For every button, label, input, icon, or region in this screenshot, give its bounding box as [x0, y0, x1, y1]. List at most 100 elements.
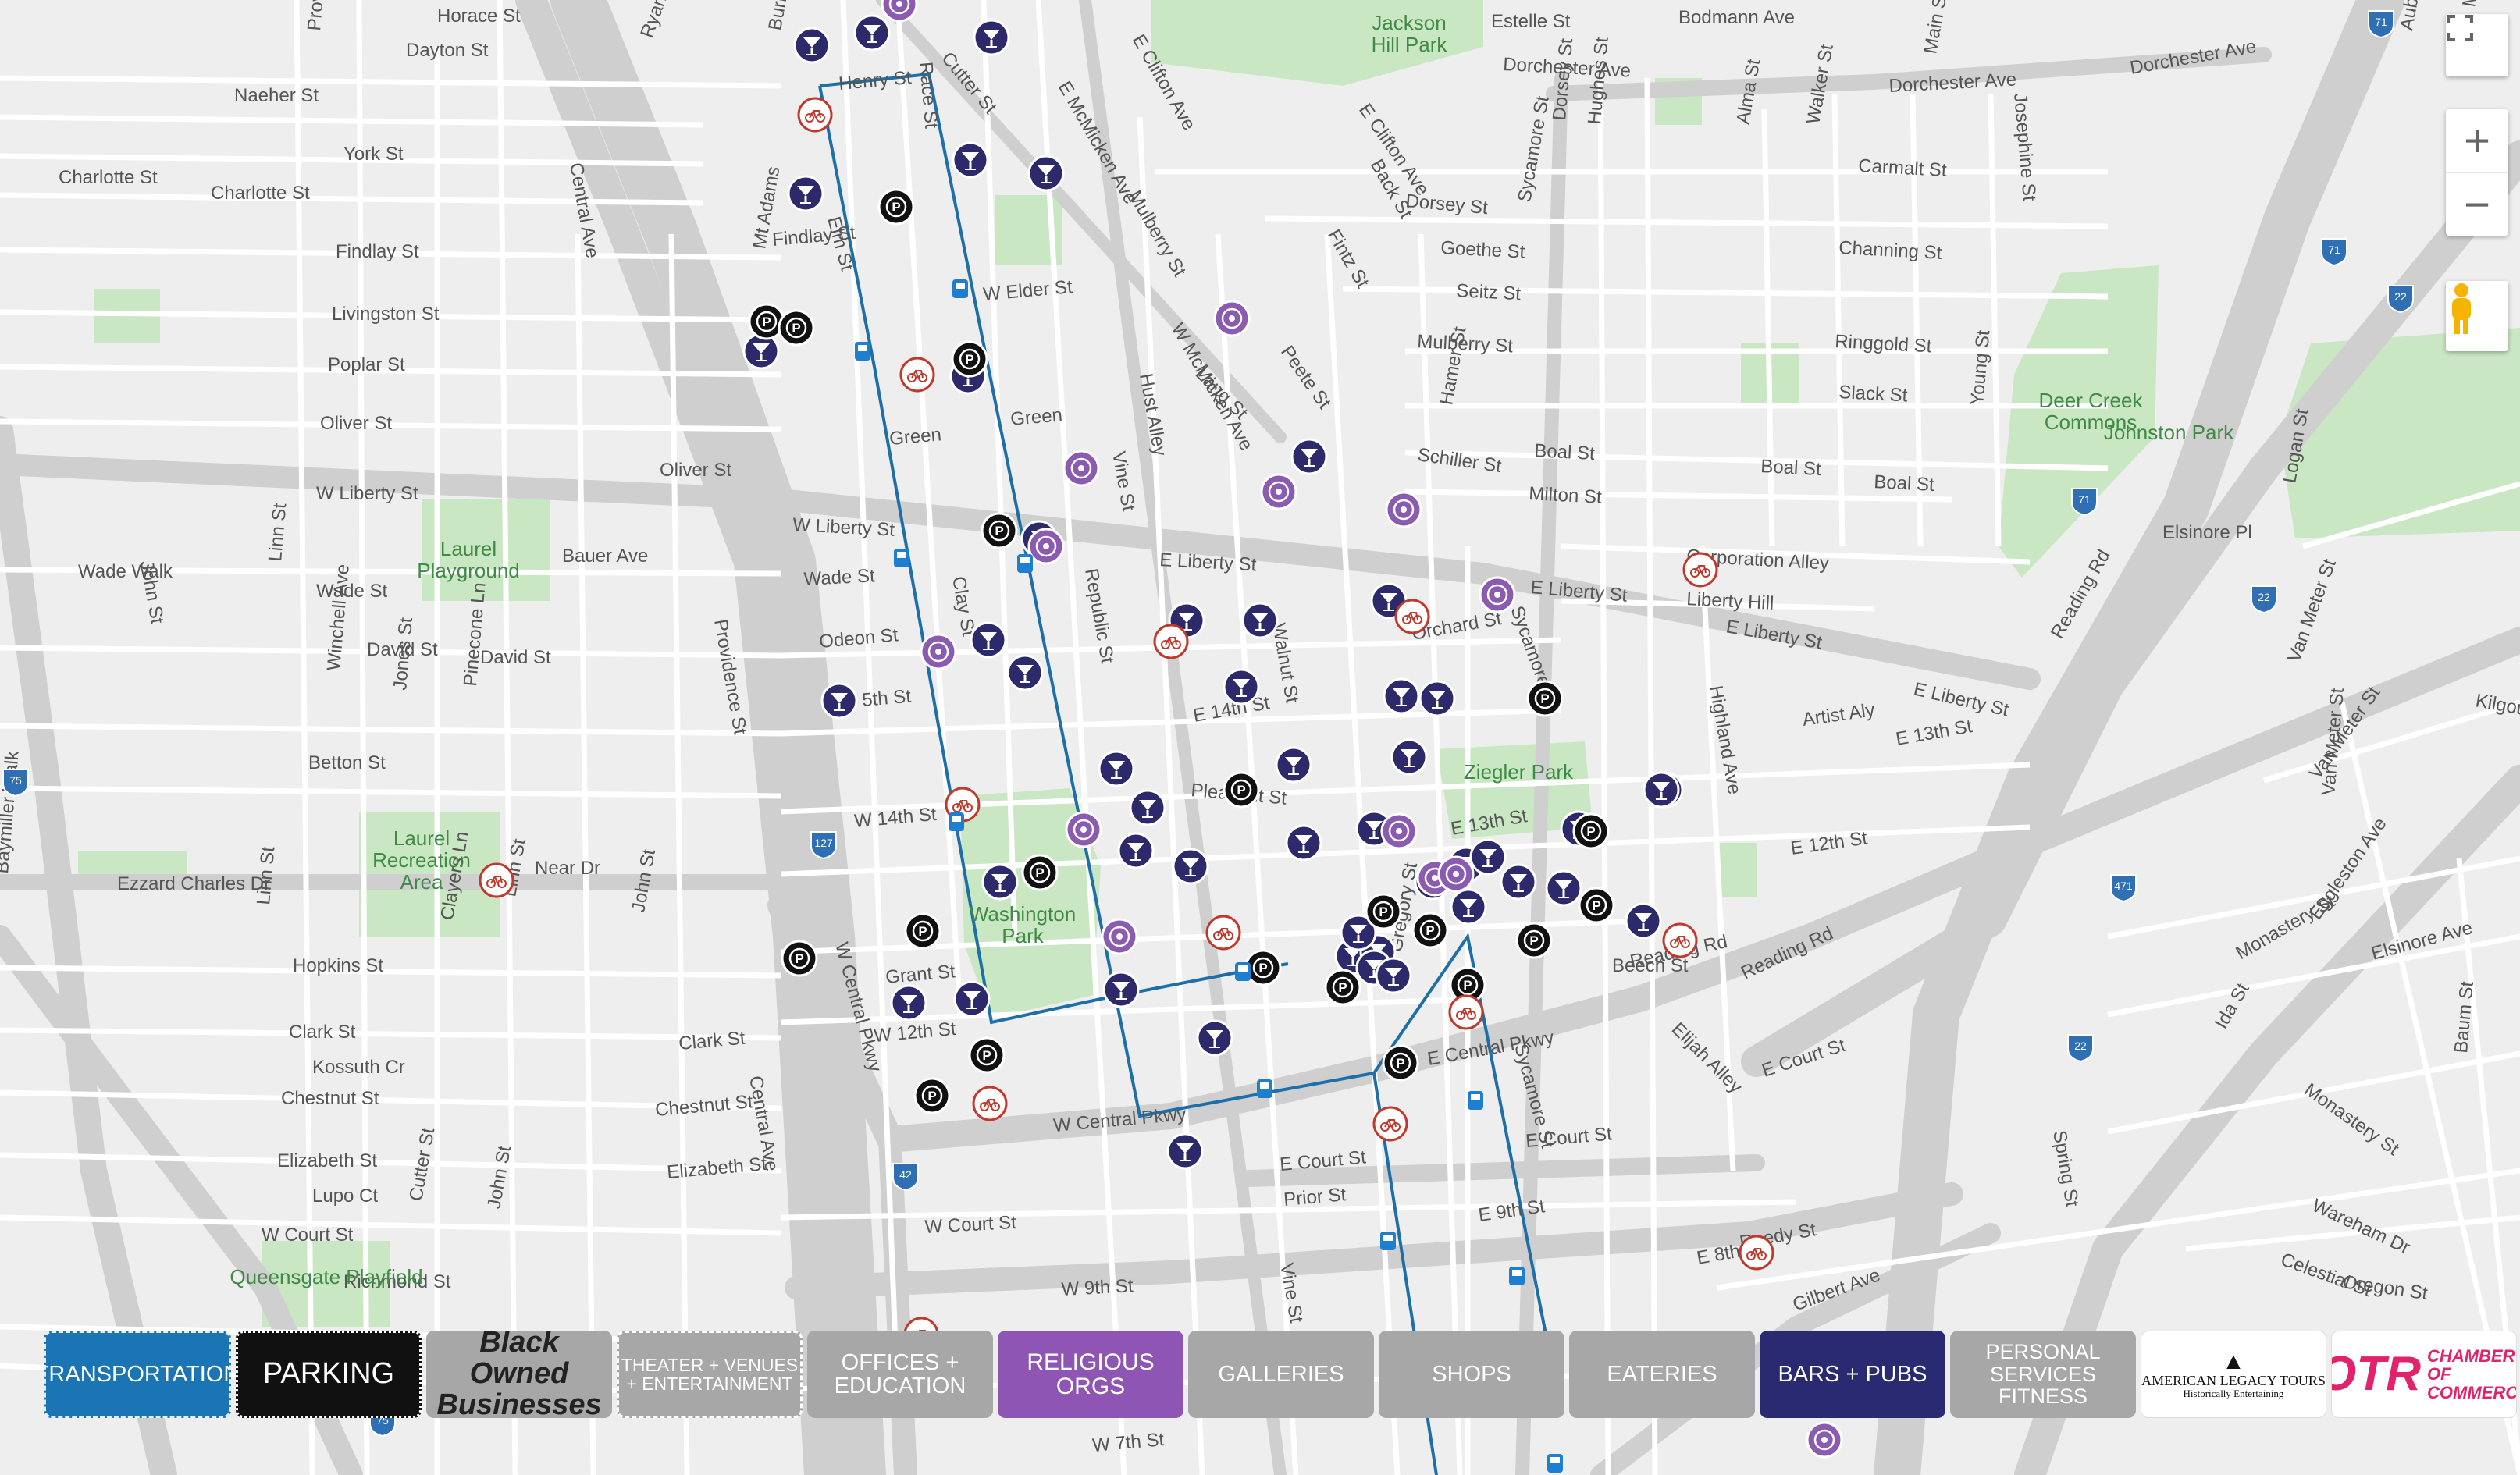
legend-eateries-button[interactable]: EATERIES: [1569, 1331, 1755, 1418]
religious-marker[interactable]: [1437, 855, 1475, 893]
map-canvas[interactable]: Horace St Dayton St Naeher St York St Charlo…: [0, 0, 2520, 1475]
bar-marker[interactable]: [1098, 750, 1135, 787]
bar-marker[interactable]: [1102, 971, 1140, 1008]
transit-stop-marker[interactable]: [1509, 1267, 1525, 1285]
bar-marker[interactable]: [1223, 668, 1260, 706]
bar-marker[interactable]: [1500, 863, 1537, 901]
fullscreen-button[interactable]: [2446, 14, 2508, 76]
bar-marker[interactable]: [890, 984, 927, 1022]
legend-religious-button[interactable]: RELIGIOUS ORGS: [998, 1331, 1183, 1418]
bar-marker[interactable]: [1418, 680, 1456, 717]
parking-marker[interactable]: P: [1526, 680, 1564, 717]
bike-share-marker[interactable]: [1739, 1235, 1774, 1271]
parking-marker[interactable]: P: [1572, 812, 1610, 850]
bar-marker[interactable]: [742, 332, 780, 370]
parking-marker[interactable]: P: [877, 188, 915, 226]
religious-marker[interactable]: [1260, 473, 1297, 510]
parking-marker[interactable]: P: [913, 1077, 951, 1114]
bar-marker[interactable]: [1117, 832, 1155, 869]
parking-marker[interactable]: P: [778, 309, 815, 347]
parking-marker[interactable]: P: [1382, 1044, 1419, 1082]
legend-parking-button[interactable]: PARKING: [236, 1331, 422, 1418]
american-legacy-tours-logo[interactable]: ▲ AMERICAN LEGACY TOURS Historically Ent…: [2141, 1331, 2326, 1418]
legend-shops-button[interactable]: SHOPS: [1379, 1331, 1564, 1418]
parking-marker[interactable]: P: [968, 1036, 1006, 1074]
bar-marker[interactable]: [820, 682, 858, 720]
parking-marker[interactable]: P: [1578, 887, 1615, 924]
bar-marker[interactable]: [970, 621, 1007, 659]
bar-marker[interactable]: [853, 14, 891, 52]
religious-marker[interactable]: [1806, 1421, 1843, 1459]
bike-share-marker[interactable]: [1682, 552, 1718, 588]
bike-share-marker[interactable]: [797, 97, 833, 133]
parking-marker[interactable]: P: [1365, 893, 1402, 930]
religious-marker[interactable]: [1027, 528, 1065, 565]
religious-marker[interactable]: [1479, 576, 1516, 613]
bar-marker[interactable]: [953, 980, 991, 1018]
zoom-in-button[interactable]: +: [2446, 109, 2508, 173]
bar-marker[interactable]: [1383, 677, 1420, 715]
religious-marker[interactable]: [1065, 811, 1102, 848]
streetview-pegman-button[interactable]: [2446, 281, 2508, 351]
religious-marker[interactable]: [920, 633, 957, 670]
bar-marker[interactable]: [1643, 771, 1680, 809]
parking-marker[interactable]: P: [904, 912, 941, 950]
religious-marker[interactable]: [1101, 918, 1138, 955]
legend-galleries-button[interactable]: GALLERIES: [1188, 1331, 1374, 1418]
bar-marker[interactable]: [973, 19, 1010, 56]
bike-share-marker[interactable]: [1372, 1106, 1408, 1142]
bike-share-marker[interactable]: [1394, 599, 1430, 634]
bar-marker[interactable]: [1196, 1019, 1233, 1057]
transit-stop-marker[interactable]: [1257, 1079, 1272, 1098]
bar-marker[interactable]: [1450, 888, 1487, 926]
bike-share-marker[interactable]: [1662, 922, 1698, 958]
legend-bars-button[interactable]: BARS + PUBS: [1760, 1331, 1945, 1418]
transit-stop-marker[interactable]: [1547, 1454, 1563, 1473]
bike-share-marker[interactable]: [1205, 915, 1241, 951]
bar-marker[interactable]: [981, 863, 1019, 901]
legend-personal-services-button[interactable]: PERSONAL SERVICES FITNESS: [1950, 1331, 2136, 1418]
bar-marker[interactable]: [1625, 902, 1662, 940]
legend-black-owned-button[interactable]: Black Owned Businesses: [426, 1331, 612, 1418]
parking-marker[interactable]: P: [1021, 854, 1059, 891]
parking-marker[interactable]: P: [1223, 771, 1260, 809]
bar-marker[interactable]: [793, 27, 831, 64]
bar-marker[interactable]: [1275, 746, 1312, 784]
bar-marker[interactable]: [1390, 738, 1428, 776]
bar-marker[interactable]: [1290, 438, 1328, 475]
bar-marker[interactable]: [1375, 957, 1412, 994]
legend-offices-button[interactable]: OFFICES + EDUCATION: [807, 1331, 993, 1418]
bike-share-marker[interactable]: [972, 1086, 1008, 1121]
zoom-out-button[interactable]: −: [2446, 173, 2508, 236]
otr-chamber-logo[interactable]: OTR CHAMBER OF COMMERCE: [2331, 1331, 2517, 1418]
legend-transportation-button[interactable]: TRANSPORTATION: [44, 1331, 231, 1418]
transit-stop-marker[interactable]: [894, 549, 909, 567]
bar-marker[interactable]: [1006, 654, 1044, 691]
transit-stop-marker[interactable]: [952, 279, 968, 298]
transit-stop-marker[interactable]: [949, 812, 964, 831]
parking-marker[interactable]: P: [1244, 949, 1282, 986]
transit-stop-marker[interactable]: [855, 342, 870, 361]
bike-share-marker[interactable]: [899, 357, 935, 393]
religious-marker[interactable]: [1385, 491, 1422, 528]
bar-marker[interactable]: [1027, 155, 1065, 192]
parking-marker[interactable]: P: [951, 340, 988, 378]
parking-marker[interactable]: P: [1515, 922, 1553, 959]
parking-marker[interactable]: P: [1324, 969, 1361, 1006]
parking-marker[interactable]: P: [1411, 912, 1449, 949]
legend-theater-button[interactable]: THEATER + VENUES + ENTERTAINMENT: [617, 1331, 803, 1418]
bar-marker[interactable]: [1172, 848, 1209, 885]
bar-marker[interactable]: [952, 141, 989, 179]
bike-share-marker[interactable]: [1153, 624, 1189, 659]
bar-marker[interactable]: [1129, 789, 1166, 826]
transit-stop-marker[interactable]: [1017, 554, 1033, 573]
bar-marker[interactable]: [787, 175, 824, 212]
religious-marker[interactable]: [1213, 300, 1251, 337]
parking-marker[interactable]: P: [781, 940, 818, 977]
religious-marker[interactable]: [1062, 450, 1100, 487]
religious-marker[interactable]: [1380, 812, 1418, 850]
transit-stop-marker[interactable]: [1380, 1232, 1396, 1250]
transit-stop-marker[interactable]: [1468, 1091, 1483, 1110]
bar-marker[interactable]: [1469, 838, 1507, 876]
map-svg[interactable]: Horace St Dayton St Naeher St York St Charlo…: [0, 0, 2520, 1475]
